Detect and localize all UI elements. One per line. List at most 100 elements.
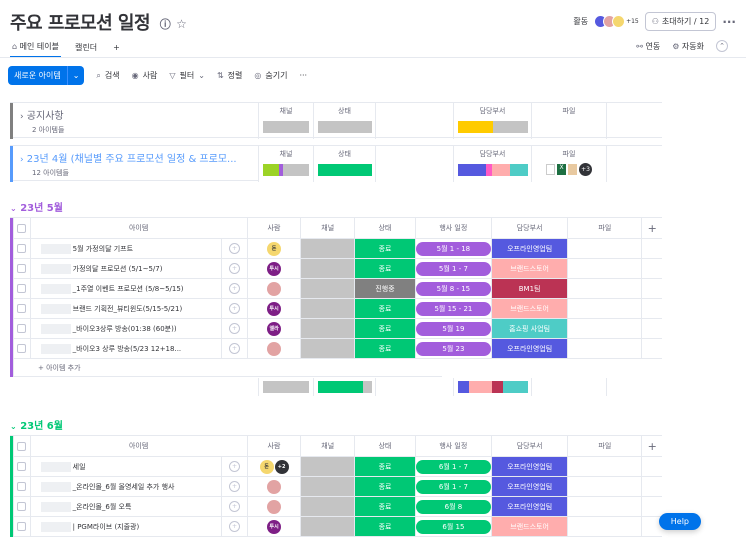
item-name-cell[interactable]: | PGM라이브 (지줄광)	[30, 517, 223, 537]
add-column-button[interactable]: +	[642, 218, 663, 239]
column-header-dept[interactable]: 담당부서	[491, 218, 569, 239]
updates-cell[interactable]: +	[222, 299, 248, 319]
chat-bubble-icon[interactable]: +	[229, 283, 241, 294]
row-checkbox[interactable]	[17, 462, 27, 471]
row-checkbox[interactable]	[17, 264, 27, 273]
item-name-cell[interactable]: 브랜드 기획전_뷰티윈도(5/15-5/21)	[30, 299, 223, 319]
avatar-group[interactable]: +15	[594, 15, 639, 28]
dept-cell[interactable]: 브랜드스토어	[492, 517, 569, 537]
sort-button[interactable]: ⇅ 정렬	[217, 70, 242, 81]
person-filter-button[interactable]: ◉ 사람	[132, 70, 158, 81]
updates-cell[interactable]: +	[222, 319, 248, 339]
table-row[interactable]: _온라인몰_6월 오특 + 종료 6월 8 오프라인영업팀	[13, 497, 662, 517]
chat-bubble-icon[interactable]: +	[229, 263, 241, 274]
add-item-row[interactable]: + 아이템 추가	[13, 359, 442, 377]
row-checkbox[interactable]	[17, 502, 27, 511]
column-header-person[interactable]: 사람	[247, 218, 302, 239]
info-icon[interactable]: ⓘ	[160, 16, 171, 32]
table-row[interactable]: 가정의달 프로모션 (5/1~5/7) + 투시 종료 5월 1 - 7 브랜드스토어	[13, 259, 662, 279]
add-view-button[interactable]: +	[111, 39, 122, 56]
tab-calendar[interactable]: 캘린더	[73, 38, 99, 57]
row-checkbox[interactable]	[17, 324, 27, 333]
item-name-cell[interactable]: _온라인몰_6월 오특	[30, 497, 223, 517]
dept-cell[interactable]: 브랜드스토어	[492, 299, 569, 319]
select-all-checkbox[interactable]	[17, 441, 27, 451]
star-icon[interactable]: ☆	[176, 17, 187, 31]
status-cell[interactable]: 종료	[355, 339, 416, 359]
file-thumbnails[interactable]: X +3	[546, 163, 592, 176]
hide-button[interactable]: ◎ 숨기기	[254, 70, 287, 81]
row-checkbox-cell[interactable]	[13, 457, 31, 477]
more-menu-icon[interactable]: ···	[722, 15, 736, 29]
date-cell[interactable]: 5월 1 - 7	[415, 259, 493, 279]
chat-bubble-icon[interactable]: +	[229, 303, 241, 314]
updates-cell[interactable]: +	[222, 517, 248, 537]
item-name[interactable]: 가정의달 프로모션 (5/1~5/7)	[73, 264, 163, 274]
status-cell[interactable]: 종료	[355, 517, 416, 537]
person-cell[interactable]: 투시	[247, 259, 302, 279]
status-cell[interactable]: 종료	[355, 239, 416, 259]
activity-label[interactable]: 활동	[573, 16, 588, 27]
column-header-channel[interactable]: 채널	[301, 436, 356, 457]
date-cell[interactable]: 6월 1 - 7	[415, 457, 493, 477]
column-header-file[interactable]: 파일	[568, 218, 643, 239]
dept-cell[interactable]: 오프라인영업팀	[492, 339, 569, 359]
column-header-dept[interactable]: 담당부서	[491, 436, 569, 457]
channel-cell[interactable]	[301, 319, 356, 339]
column-header-file[interactable]: 파일	[568, 436, 643, 457]
row-checkbox-cell[interactable]	[13, 339, 31, 359]
row-checkbox-cell[interactable]	[13, 259, 31, 279]
collapse-header-icon[interactable]: ⌃	[716, 40, 728, 52]
table-row[interactable]: | PGM라이브 (지줄광) + 투시 종료 6월 15 브랜드스토어	[13, 517, 662, 537]
column-header-channel[interactable]: 채널	[301, 218, 356, 239]
chevron-down-icon[interactable]: ⌄	[66, 66, 85, 85]
item-name-cell[interactable]: _바이오3상루 방송(01:38 (60분))	[30, 319, 223, 339]
row-checkbox[interactable]	[17, 482, 27, 491]
file-cell[interactable]	[568, 457, 643, 477]
new-item-button[interactable]: 새로운 아이템 ⌄	[8, 66, 85, 85]
column-header-status[interactable]: 상태	[355, 218, 416, 239]
channel-cell[interactable]	[301, 339, 356, 359]
chat-bubble-icon[interactable]: +	[229, 323, 241, 334]
channel-cell[interactable]	[301, 477, 356, 497]
row-checkbox[interactable]	[17, 244, 27, 253]
channel-cell[interactable]	[301, 457, 356, 477]
person-cell[interactable]	[247, 339, 302, 359]
chat-bubble-icon[interactable]: +	[229, 461, 241, 472]
status-cell[interactable]: 종료	[355, 319, 416, 339]
tab-main-table[interactable]: ⌂ 메인 테이블	[10, 37, 61, 58]
dept-cell[interactable]: 오프라인영업팀	[492, 497, 569, 517]
column-header-status[interactable]: 상태	[355, 436, 416, 457]
file-cell[interactable]	[568, 259, 643, 279]
status-cell[interactable]: 종료	[355, 259, 416, 279]
row-checkbox[interactable]	[17, 284, 27, 293]
item-name[interactable]: 세일	[73, 462, 86, 472]
row-checkbox-cell[interactable]	[13, 299, 31, 319]
table-row[interactable]: 세일 + 돈 +2 종료 6월 1 - 7 오프라인영업팀	[13, 457, 662, 477]
channel-cell[interactable]	[301, 497, 356, 517]
file-cell[interactable]	[568, 497, 643, 517]
status-cell[interactable]: 종료	[355, 497, 416, 517]
item-name-cell[interactable]: _바이오3 상루 방송(5/23 12+18...	[30, 339, 223, 359]
file-cell[interactable]	[568, 339, 643, 359]
select-all-checkbox[interactable]	[17, 223, 27, 233]
person-cell[interactable]	[247, 279, 302, 299]
row-checkbox[interactable]	[17, 522, 27, 531]
status-cell[interactable]: 종료	[355, 477, 416, 497]
item-name[interactable]: _1주열 이벤트 프로모션 (5/8~5/15)	[73, 284, 184, 294]
item-name-cell[interactable]: 가정의달 프로모션 (5/1~5/7)	[30, 259, 223, 279]
item-name-cell[interactable]: _온라인몰_6월 올영세일 추가 행사	[30, 477, 223, 497]
chat-bubble-icon[interactable]: +	[229, 343, 241, 354]
updates-cell[interactable]: +	[222, 477, 248, 497]
updates-cell[interactable]: +	[222, 457, 248, 477]
updates-cell[interactable]: +	[222, 339, 248, 359]
file-cell[interactable]	[568, 239, 643, 259]
chat-bubble-icon[interactable]: +	[229, 501, 241, 512]
updates-cell[interactable]: +	[222, 239, 248, 259]
toolbar-more-button[interactable]: ···	[299, 71, 307, 80]
chat-bubble-icon[interactable]: +	[229, 243, 241, 254]
item-name[interactable]: 브랜드 기획전_뷰티윈도(5/15-5/21)	[73, 304, 183, 314]
item-name[interactable]: _바이오3 상루 방송(5/23 12+18...	[73, 344, 182, 354]
board-title[interactable]: 주요 프로모션 일정 ⓘ ☆	[10, 9, 187, 35]
row-checkbox-cell[interactable]	[13, 319, 31, 339]
